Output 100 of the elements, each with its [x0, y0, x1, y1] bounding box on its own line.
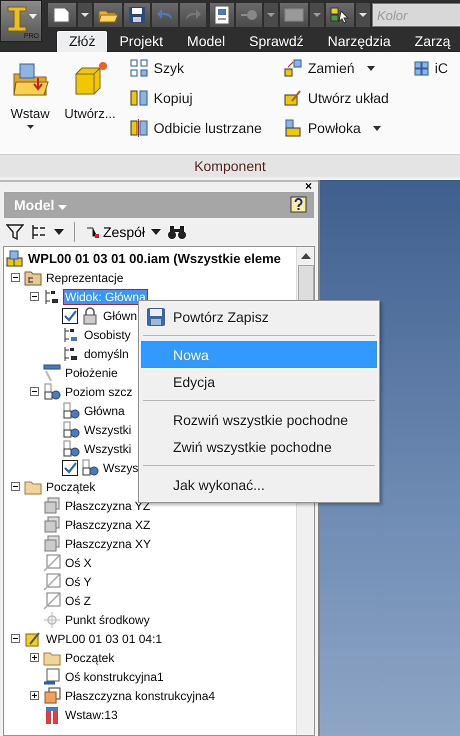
tree-level-icon [43, 382, 61, 400]
tree-work-plane-icon [43, 686, 61, 704]
tree-item[interactable]: Oś X [64, 556, 93, 570]
tree-item[interactable]: Płaszczyzna XY [64, 536, 152, 550]
tree-assembly-icon [6, 250, 24, 268]
ribbon-tab[interactable]: Zarzą [402, 31, 460, 52]
ribbon-button[interactable]: Zamień [284, 58, 389, 78]
binoculars-icon[interactable] [167, 224, 188, 240]
tree-item[interactable]: Główn [102, 308, 138, 322]
expand-toggle[interactable] [11, 634, 20, 643]
ribbon-large-button[interactable]: Wstaw [6, 58, 54, 154]
menu-item[interactable]: Powtórz Zapisz [141, 303, 377, 330]
tree-item[interactable]: Wstaw:13 [64, 708, 119, 722]
menu-item[interactable]: Rozwiń wszystkie pochodne [141, 406, 377, 433]
tree-item[interactable]: Płaszczyzna XZ [64, 518, 152, 532]
menu-item[interactable]: Edycja [141, 368, 377, 395]
tree-work-axis-icon [43, 668, 61, 686]
ribbon-button[interactable]: Utwórz układ [284, 88, 389, 108]
filter-icon[interactable] [6, 223, 24, 241]
tree-plane-icon [43, 516, 61, 534]
tree-item[interactable]: Poziom szcz [64, 384, 134, 398]
expand-toggle[interactable] [30, 292, 39, 301]
tree-level-icon [62, 402, 80, 420]
dropdown-caret-icon[interactable] [54, 228, 64, 236]
expand-toggle[interactable] [11, 482, 20, 491]
tree-view-icon [43, 288, 61, 306]
tree-item[interactable]: Wszystki [83, 442, 132, 456]
tree-item[interactable]: Oś Y [64, 574, 92, 588]
color-field[interactable]: Kolor [372, 3, 460, 27]
logo-icon [6, 4, 28, 34]
tree-item[interactable]: Wszystki [83, 422, 132, 436]
tree-position-icon [43, 364, 61, 382]
dropdown-caret-icon[interactable] [356, 3, 370, 27]
close-button[interactable]: × [304, 182, 318, 192]
assembly-mode-dropdown[interactable]: Zespół [85, 224, 146, 240]
tree-view-user-icon [62, 326, 80, 344]
tree-item[interactable]: Położenie [64, 366, 119, 380]
ribbon-tab[interactable]: Model [175, 31, 238, 52]
tree-plane-icon [43, 534, 61, 552]
tree-item[interactable]: domyśln [83, 346, 130, 360]
ribbon-button[interactable]: Kopiuj [130, 88, 262, 108]
blocks-icon [130, 89, 148, 107]
tree-item[interactable]: Osobisty [83, 328, 132, 342]
ribbon-tab[interactable]: Sprawdź [237, 31, 316, 52]
caret-icon [29, 14, 37, 19]
tree-plane-icon [43, 496, 61, 514]
save-icon [146, 306, 166, 326]
tree-axis-icon [43, 592, 61, 610]
grid-icon [130, 59, 148, 77]
tree-insert-icon [43, 706, 61, 724]
expand-toggle[interactable] [30, 653, 39, 662]
ribbon-button[interactable]: Szyk [130, 58, 262, 78]
open-folder-icon[interactable] [94, 3, 122, 27]
expand-toggle[interactable] [11, 273, 20, 282]
shell-icon [284, 119, 302, 137]
new-file-icon[interactable] [48, 3, 76, 27]
tree-item[interactable]: Oś Z [64, 594, 92, 608]
help-icon[interactable] [290, 196, 308, 214]
expand-toggle[interactable] [30, 387, 39, 396]
mirror-icon [130, 119, 148, 137]
select-icon[interactable] [326, 3, 354, 27]
tree-view-icon [62, 344, 80, 362]
ribbon-tab[interactable]: Złóż [57, 31, 108, 52]
dropdown-caret-icon[interactable] [78, 3, 92, 27]
ribbon-tab[interactable]: Narzędzia [316, 31, 403, 52]
checkbox[interactable] [62, 308, 78, 324]
ribbon-button[interactable]: Odbicie lustrzane [130, 118, 262, 138]
tree-view-icon[interactable] [30, 223, 48, 241]
ribbon-large-button[interactable]: Utwórz... [60, 58, 120, 154]
tree-lock-icon [81, 306, 99, 324]
ribbon-tab[interactable]: Projekt [107, 31, 176, 52]
caret-icon [58, 205, 68, 210]
tree-item[interactable]: Reprezentacje [45, 270, 124, 284]
expand-toggle[interactable] [30, 691, 39, 700]
ribbon-panel-title: Komponent [0, 154, 460, 177]
tree-level-icon [62, 440, 80, 458]
tree-item[interactable]: Początek [64, 650, 116, 664]
swap-icon [284, 59, 302, 77]
tree-item[interactable]: WPL00 01 03 01 04:1 [45, 632, 164, 646]
save-icon[interactable] [124, 3, 150, 27]
menu-item[interactable]: Zwiń wszystkie pochodne [141, 433, 377, 460]
ribbon-button[interactable]: Powłoka [284, 118, 389, 138]
pencil-icon [284, 89, 302, 107]
tree-reps-icon [24, 268, 42, 286]
document-icon[interactable] [210, 3, 234, 27]
tree-level-icon [62, 420, 80, 438]
tree-axis-icon [43, 554, 61, 572]
tree-item[interactable]: Główna [83, 404, 126, 418]
menu-item[interactable]: Jak wykonać... [141, 471, 377, 498]
tree-item[interactable]: Punkt środkowy [64, 612, 151, 626]
tree-axis-icon [43, 572, 61, 590]
tree-item[interactable]: WPL00 01 03 01 00.iam (Wszystkie eleme [27, 251, 282, 266]
dropdown-caret-icon[interactable] [151, 228, 162, 236]
tree-level-icon [81, 458, 99, 476]
tree-item[interactable]: Oś konstrukcyjna1 [64, 670, 165, 684]
tree-item[interactable]: Początek [45, 480, 96, 494]
tree-item[interactable]: Wszys [102, 460, 140, 474]
checkbox[interactable] [62, 460, 78, 476]
tree-item[interactable]: Płaszczyzna konstrukcyjna4 [64, 688, 216, 702]
ribbon-button[interactable]: iC [410, 58, 448, 78]
